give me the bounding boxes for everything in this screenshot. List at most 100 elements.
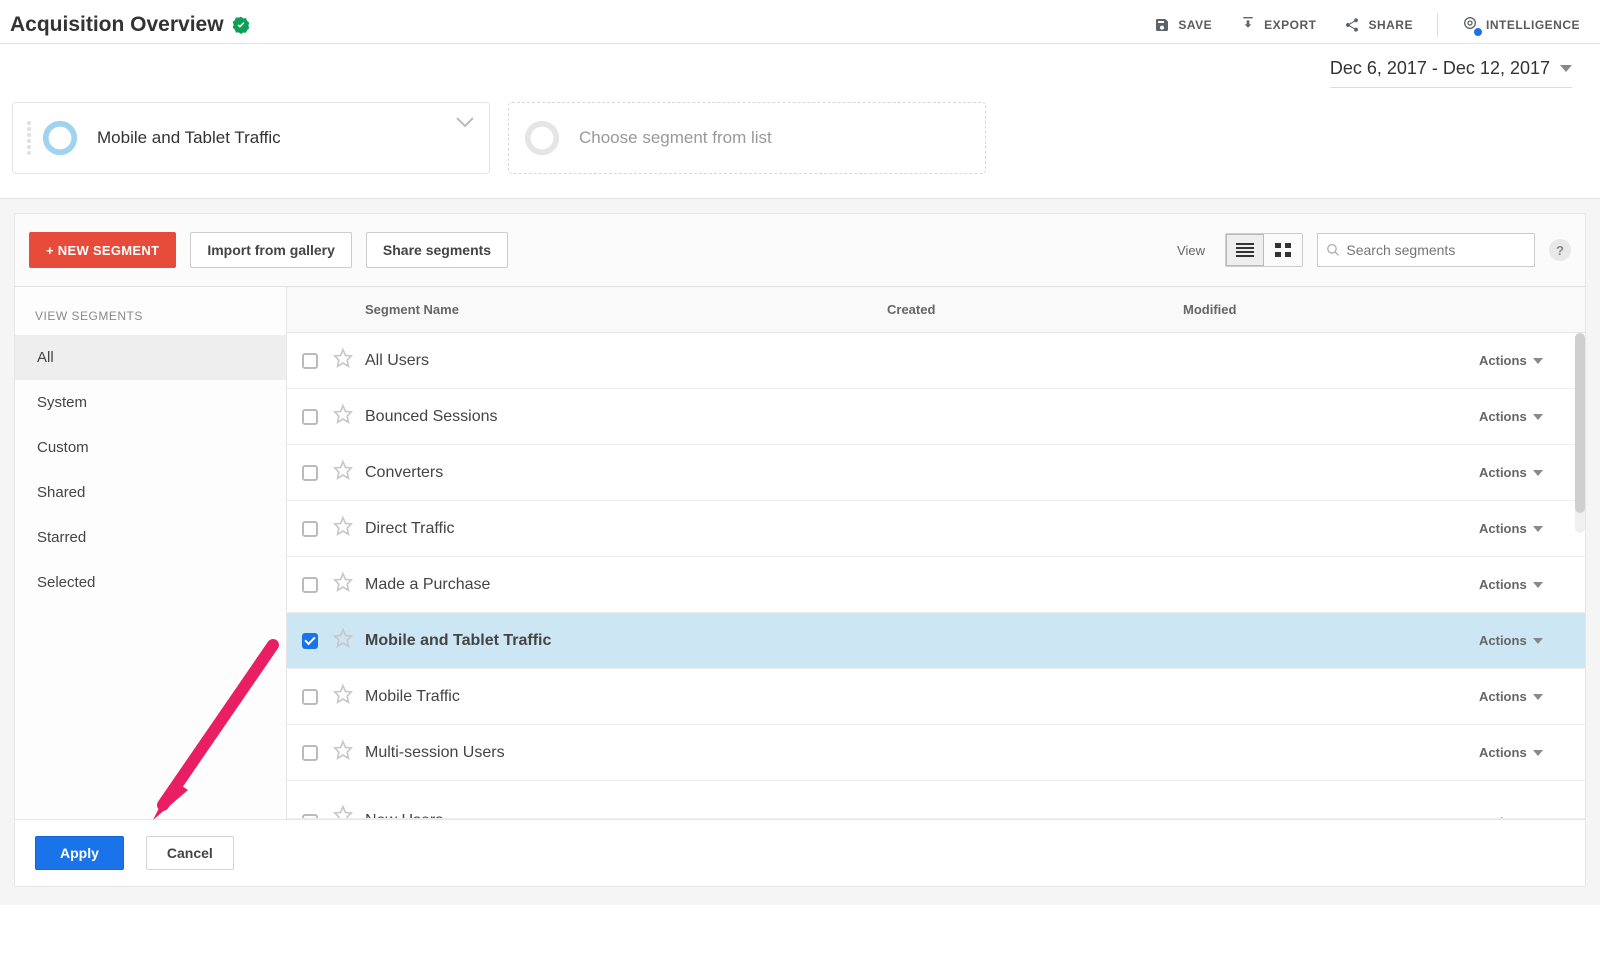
row-checkbox[interactable] [302, 577, 318, 593]
page-header: Acquisition Overview SAVE EXPORT SHARE I… [0, 0, 1600, 44]
row-checkbox[interactable] [302, 689, 318, 705]
grid-icon [1275, 243, 1291, 257]
date-range-selector[interactable]: Dec 6, 2017 - Dec 12, 2017 [1330, 58, 1572, 88]
actions-menu[interactable]: Actions [1479, 409, 1527, 424]
chevron-down-icon [1533, 750, 1543, 756]
segment-name: New Users [365, 812, 887, 819]
export-icon [1240, 17, 1256, 33]
star-icon[interactable] [333, 805, 353, 819]
nav-item-all[interactable]: All [15, 335, 286, 380]
table-row[interactable]: Converters Actions [287, 445, 1585, 501]
nav-item-selected[interactable]: Selected [15, 560, 286, 605]
table-row[interactable]: Mobile TrafficActions [287, 669, 1585, 725]
segment-chip-selected[interactable]: Mobile and Tablet Traffic [12, 102, 490, 174]
export-button[interactable]: EXPORT [1240, 17, 1316, 33]
col-header-modified[interactable]: Modified [1183, 302, 1479, 317]
row-checkbox[interactable] [302, 409, 318, 425]
star-icon[interactable] [333, 348, 353, 368]
star-icon[interactable] [333, 684, 353, 704]
segment-name: Converters [365, 464, 887, 482]
donut-icon [523, 119, 561, 157]
nav-item-shared[interactable]: Shared [15, 470, 286, 515]
cancel-button[interactable]: Cancel [146, 836, 234, 870]
actions-menu[interactable]: Actions [1479, 633, 1527, 648]
actions-menu[interactable]: Actions [1479, 465, 1527, 480]
star-icon[interactable] [333, 572, 353, 592]
list-icon [1236, 243, 1254, 257]
actions-menu[interactable]: Actions [1479, 689, 1527, 704]
verified-icon [232, 16, 250, 34]
help-button[interactable]: ? [1549, 239, 1571, 261]
table-row[interactable]: All UsersActions [287, 333, 1585, 389]
chevron-down-icon [1533, 414, 1543, 420]
chevron-down-icon [1533, 582, 1543, 588]
segment-chip-label: Mobile and Tablet Traffic [97, 128, 281, 148]
actions-menu[interactable]: Actions [1479, 745, 1527, 760]
col-header-name[interactable]: Segment Name [365, 302, 887, 317]
star-icon[interactable] [333, 460, 353, 480]
row-checkbox[interactable] [302, 465, 318, 481]
table-row[interactable]: Multi-session Users Actions [287, 725, 1585, 781]
segment-name: Bounced Sessions [365, 408, 887, 426]
row-checkbox[interactable] [302, 633, 318, 649]
donut-icon [41, 119, 79, 157]
star-icon[interactable] [333, 516, 353, 536]
new-segment-button[interactable]: + NEW SEGMENT [29, 232, 176, 268]
segment-name: Direct Traffic [365, 520, 887, 538]
row-checkbox[interactable] [302, 521, 318, 537]
intelligence-button[interactable]: INTELLIGENCE [1462, 15, 1580, 34]
search-icon [1326, 242, 1340, 258]
star-icon[interactable] [333, 740, 353, 760]
view-toggle [1225, 233, 1303, 267]
nav-item-custom[interactable]: Custom [15, 425, 286, 470]
save-icon [1154, 17, 1170, 33]
segment-name: Made a Purchase [365, 576, 887, 594]
share-segments-button[interactable]: Share segments [366, 232, 508, 268]
star-icon[interactable] [333, 404, 353, 424]
share-icon [1344, 17, 1360, 33]
search-input[interactable] [1346, 242, 1526, 258]
scrollbar[interactable] [1575, 333, 1585, 533]
actions-menu[interactable]: Actions [1479, 353, 1527, 368]
nav-item-starred[interactable]: Starred [15, 515, 286, 560]
actions-menu[interactable]: Actions [1479, 815, 1527, 819]
view-list-button[interactable] [1226, 234, 1264, 266]
page-title: Acquisition Overview [10, 13, 224, 37]
search-input-wrap[interactable] [1317, 233, 1535, 267]
view-grid-button[interactable] [1264, 234, 1302, 266]
import-button[interactable]: Import from gallery [190, 232, 352, 268]
save-button[interactable]: SAVE [1154, 17, 1212, 33]
segment-chip-add[interactable]: Choose segment from list [508, 102, 986, 174]
table-row[interactable]: Bounced Sessions Actions [287, 389, 1585, 445]
chevron-down-icon [1533, 358, 1543, 364]
row-checkbox[interactable] [302, 745, 318, 761]
drag-handle-icon [27, 121, 31, 155]
table-row[interactable]: Mobile and Tablet Traffic Actions [287, 613, 1585, 669]
share-button[interactable]: SHARE [1344, 17, 1413, 33]
chevron-down-icon [1533, 694, 1543, 700]
row-checkbox[interactable] [302, 353, 318, 369]
actions-menu[interactable]: Actions [1479, 577, 1527, 592]
col-header-created[interactable]: Created [887, 302, 1183, 317]
segment-toolbar: + NEW SEGMENT Import from gallery Share … [15, 214, 1585, 286]
star-icon[interactable] [333, 628, 353, 648]
table-row[interactable]: New Users Actions [287, 781, 1585, 819]
nav-item-system[interactable]: System [15, 380, 286, 425]
apply-button[interactable]: Apply [35, 836, 124, 870]
segment-name: Multi-session Users [365, 744, 887, 762]
row-checkbox[interactable] [302, 814, 318, 819]
segments-table: Segment Name Created Modified All UsersA… [287, 287, 1585, 819]
notification-badge [1472, 26, 1484, 38]
view-label: View [1177, 243, 1205, 258]
chevron-down-icon [1533, 638, 1543, 644]
panel-footer: Apply Cancel [15, 819, 1585, 886]
chevron-down-icon [1560, 65, 1572, 72]
segment-name: Mobile and Tablet Traffic [365, 632, 887, 650]
table-row[interactable]: Direct Traffic Actions [287, 501, 1585, 557]
chevron-down-icon [1533, 526, 1543, 532]
chevron-down-icon [1533, 470, 1543, 476]
table-header: Segment Name Created Modified [287, 287, 1585, 333]
actions-menu[interactable]: Actions [1479, 521, 1527, 536]
table-row[interactable]: Made a Purchase Actions [287, 557, 1585, 613]
chevron-down-icon [455, 115, 475, 129]
